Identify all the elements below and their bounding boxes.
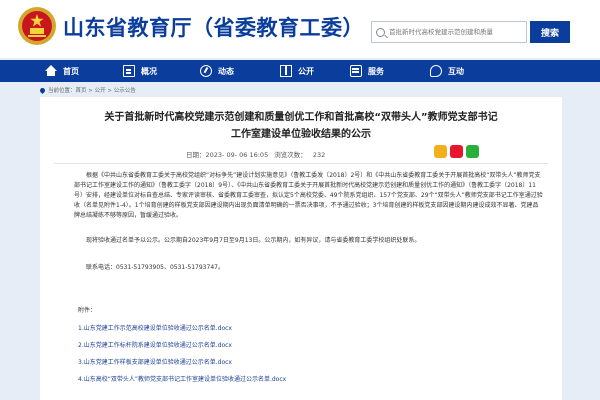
body-paragraph: 根据《中共山东省委教育工委关于高校党组织“对标争先”建设计划实施意见》（鲁教工委… <box>74 172 543 219</box>
contact-paragraph: 联系电话：0531-51793905、0531-51793747。 <box>86 264 224 271</box>
breadcrumb-text[interactable]: 当前位置：首页 > 公开 > 公示公告 <box>48 86 136 94</box>
nav-item-label: 互动 <box>448 66 464 76</box>
attachments-label: 附件： <box>78 307 97 314</box>
nav-item-service[interactable]: 服务 <box>350 60 384 82</box>
home-icon <box>45 65 57 77</box>
nav-item-label: 公开 <box>298 66 314 76</box>
search-box[interactable] <box>371 21 527 43</box>
attachment-link[interactable]: 3.山东党建工作样板支部建设单位验收通过公示名单.docx <box>78 357 232 366</box>
location-pin-icon <box>38 86 47 94</box>
national-emblem-icon <box>18 7 56 45</box>
attachment-link[interactable]: 4.山东高校“双带头人”教师党支部书记工作室建设单位验收通过公示名单.docx <box>78 374 286 383</box>
nav-item-label: 概况 <box>141 66 157 76</box>
views-label: 浏览次数： <box>274 151 307 159</box>
site-title: 山东省教育厅（省委教育工委） <box>63 16 364 40</box>
article-title: 关于首批新时代高校党建示范创建和质量创优工作和首批高校“双带头人”教师党支部书记… <box>40 109 562 143</box>
article-title-line-2: 工作室建设单位验收结果的公示 <box>231 129 371 140</box>
nav-item-public[interactable]: 公开 <box>280 60 314 82</box>
search-button[interactable]: 搜索 <box>530 21 570 43</box>
share-weibo-icon[interactable] <box>450 145 463 158</box>
article-title-line-1: 关于首批新时代高校党建示范创建和质量创优工作和首批高校“双带头人”教师党支部书记 <box>104 112 498 123</box>
public-icon <box>280 65 292 77</box>
search-input[interactable] <box>389 28 526 36</box>
attachment-link[interactable]: 1.山东党建工作示范高校建设单位验收通过公示名单.docx <box>78 323 232 332</box>
share-wechat-icon[interactable] <box>466 145 479 158</box>
article-card: 关于首批新时代高校党建示范创建和质量创优工作和首批高校“双带头人”教师党支部书记… <box>40 97 562 400</box>
service-icon <box>350 65 362 77</box>
nav-item-interact[interactable]: 互动 <box>430 60 464 82</box>
overview-icon <box>123 65 135 77</box>
nav-item-label: 服务 <box>368 66 384 76</box>
share-qzone-icon[interactable] <box>434 145 447 158</box>
main-nav: 首页 概况 动态 公开 服务 互动 <box>0 60 600 82</box>
search-icon <box>376 27 385 37</box>
article-meta: 日期：2023- 09- 06 16:05 浏览次数： 232 <box>186 149 329 159</box>
nav-item-label: 动态 <box>218 66 234 76</box>
title-divider <box>54 163 548 164</box>
nav-item-news[interactable]: 动态 <box>200 60 234 82</box>
body-paragraph: 现将验收通过名单予以公示。公示期自2023年9月7日至9月13日。公示期内，如有… <box>86 237 421 244</box>
breadcrumb: 当前位置：首页 > 公开 > 公示公告 <box>38 84 136 96</box>
views-count: 232 <box>312 151 326 159</box>
interact-icon <box>430 65 442 77</box>
nav-item-overview[interactable]: 概况 <box>123 60 157 82</box>
publish-date: 日期：2023- 09- 06 16:05 <box>186 151 269 159</box>
nav-item-label: 首页 <box>63 66 79 76</box>
news-icon <box>200 65 212 77</box>
nav-item-home[interactable]: 首页 <box>45 60 79 82</box>
share-bar <box>434 145 479 158</box>
attachment-link[interactable]: 2.山东党建工作标杆院系建设单位验收通过公示名单.docx <box>78 340 232 349</box>
site-header: 山东省教育厅（省委教育工委） 搜索 <box>0 0 600 58</box>
